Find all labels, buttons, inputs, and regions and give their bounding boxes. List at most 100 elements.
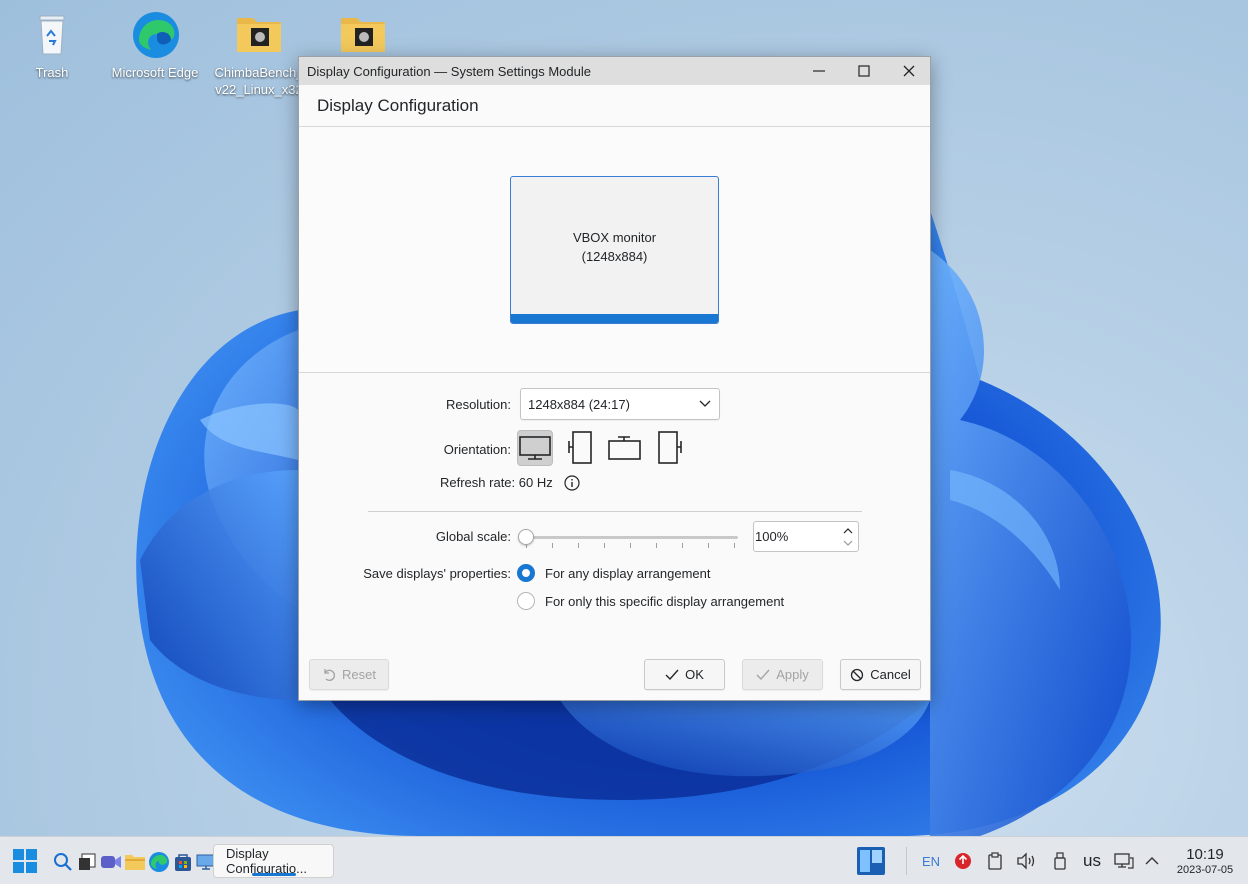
language-indicator[interactable]: EN [918,851,944,871]
update-alert-icon [955,853,971,869]
task-view-button[interactable] [76,851,98,873]
desktop-icon-microsoft-edge[interactable]: Microsoft Edge [107,10,203,81]
window-titlebar[interactable]: Display Configuration — System Settings … [299,57,930,85]
folder-icon [235,10,283,58]
clipboard-button[interactable] [985,851,1005,871]
slider-tick [656,543,657,548]
start-icon [13,849,37,873]
show-hidden-icons-button[interactable] [1142,851,1162,871]
clock-date: 2023-07-05 [1176,864,1234,876]
cancel-button-label: Cancel [870,667,911,682]
slider-tick [708,543,709,548]
taskbar-task-label: Display Configuratio... [226,846,307,876]
close-button[interactable] [887,57,931,85]
tray-separator [906,847,907,875]
monitor-resolution: (1248x884) [581,249,648,264]
display-configuration-window: Display Configuration — System Settings … [298,56,931,701]
task-view-icon [79,853,96,870]
checkmark-icon [665,669,679,680]
global-scale-label: Global scale: [435,529,511,544]
desktop-icon-label: Trash [35,65,69,80]
edge-icon [149,852,169,872]
desktop-icon-label-line2: v22_Linux_x32 [215,82,303,97]
volume-button[interactable] [1016,851,1038,871]
slider-tick [604,543,605,548]
cancel-icon [851,668,864,681]
reset-button[interactable]: Reset [309,659,389,690]
orientation-label: Orientation: [443,442,511,457]
taskbar-task-display-configuration[interactable]: Display Configuratio... [213,844,334,878]
apply-button-label: Apply [776,667,809,682]
section-separator [368,511,862,512]
edge-icon [131,10,179,58]
save-properties-label: Save displays' properties: [363,566,511,581]
cancel-button[interactable]: Cancel [840,659,921,690]
chevron-up-icon [1145,857,1159,865]
update-button[interactable] [953,851,973,871]
orientation-flipped-button[interactable] [607,430,643,466]
display-arrangement-area: VBOX monitor (1248x884) [299,127,930,373]
resolution-dropdown[interactable]: 1248x884 (24:17) [520,388,720,420]
network-icon [1114,853,1134,869]
keyboard-layout-indicator[interactable]: us [1078,850,1106,872]
resolution-value: 1248x884 (24:17) [528,396,630,412]
ok-button-label: OK [685,667,704,682]
search-button[interactable] [52,851,74,873]
monitor-portrait-right-icon [658,431,682,464]
global-scale-slider-track[interactable] [525,536,738,539]
desktop-icon-label: Microsoft Edge [111,65,199,80]
start-menu-button[interactable] [12,849,38,873]
apply-button[interactable]: Apply [742,659,823,690]
teams-button[interactable] [100,851,122,873]
store-button[interactable] [172,851,194,873]
monitor-portrait-left-icon [568,431,592,464]
radio-specific-arrangement-label[interactable]: For only this specific display arrangeme… [545,594,784,609]
spin-arrows-icon[interactable] [842,525,854,549]
monitor-name: VBOX monitor [572,230,657,245]
radio-specific-arrangement[interactable] [517,592,535,610]
clock-time: 10:19 [1186,846,1224,863]
folder-icon [339,10,387,58]
info-icon [564,475,580,491]
radio-any-arrangement-label[interactable]: For any display arrangement [545,566,710,581]
folder-icon [125,855,145,870]
checkmark-icon [756,669,770,680]
file-explorer-button[interactable] [124,851,146,873]
slider-tick [552,543,553,548]
minimize-icon [813,70,825,72]
device-button[interactable] [1050,851,1070,871]
orientation-portrait-right-button[interactable] [652,430,688,466]
search-icon [54,853,72,871]
close-icon [903,65,915,77]
ok-button[interactable]: OK [644,659,725,690]
refresh-rate-text: Refresh rate: 60 Hz [440,475,553,490]
taskbar-clock[interactable]: 10:19 2023-07-05 [1168,847,1242,877]
minimize-button[interactable] [797,57,841,85]
monitor-output[interactable]: VBOX monitor (1248x884) [510,176,719,324]
maximize-icon [858,65,870,77]
global-scale-spinbox[interactable]: 100% [753,521,859,552]
undo-icon [324,668,336,681]
orientation-portrait-left-button[interactable] [562,430,598,466]
refresh-rate-info-button[interactable] [564,475,580,494]
maximize-button[interactable] [842,57,886,85]
window-title: Display Configuration — System Settings … [307,63,591,79]
video-chat-icon [101,856,121,868]
network-button[interactable] [1112,851,1136,871]
monitor-primary-bar [511,314,718,323]
radio-any-arrangement[interactable] [517,564,535,582]
widgets-button[interactable] [855,846,887,876]
edge-taskbar-button[interactable] [148,851,170,873]
global-scale-slider-handle[interactable] [518,529,534,545]
taskbar: Display Configuratio... EN us 10:19 2023… [0,836,1248,884]
volume-icon [1017,852,1035,870]
desktop-icon-chimbabench-folder[interactable]: ChimbaBench_ v22_Linux_x32 [211,10,307,98]
orientation-landscape-button[interactable] [517,430,553,466]
global-scale-value: 100% [755,529,789,544]
store-icon [175,854,191,871]
reset-button-label: Reset [342,667,376,682]
slider-tick [682,543,683,548]
slider-tick [630,543,631,548]
usb-device-icon [1054,852,1066,870]
desktop-icon-trash[interactable]: Trash [4,10,100,81]
